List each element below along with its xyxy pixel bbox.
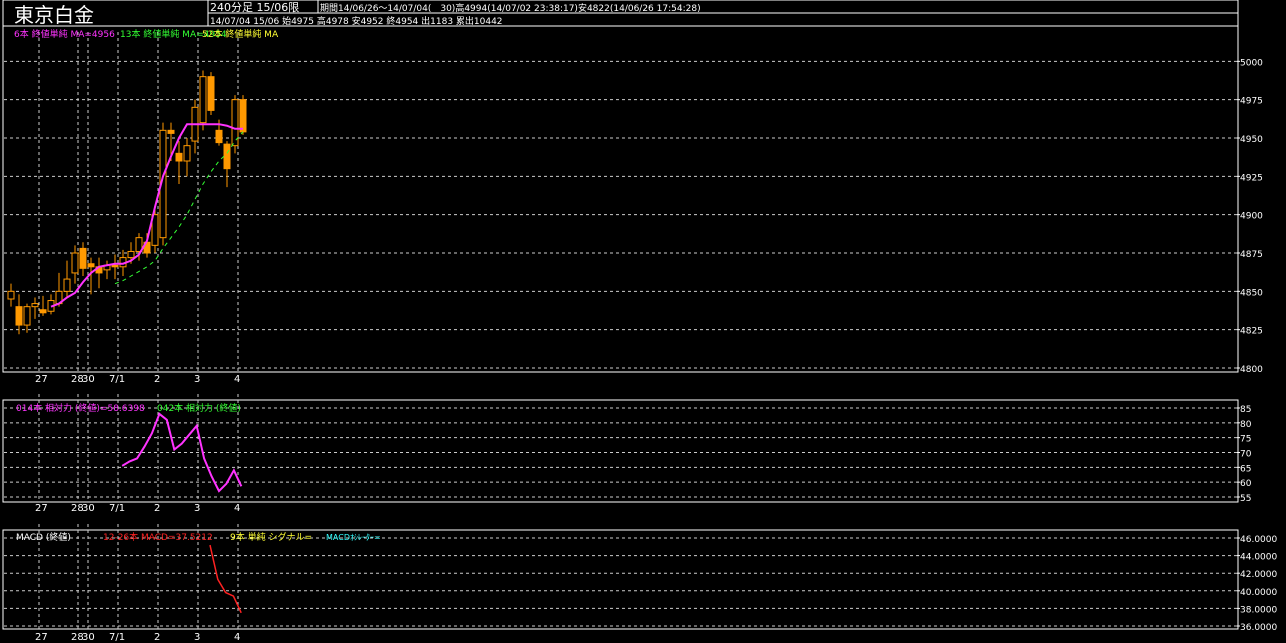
legend-price-0: 6本 終値単純 MA=4956 <box>14 28 115 40</box>
x-tick-label: 3 <box>194 503 200 514</box>
x-tick-label: 7/1 <box>109 632 125 643</box>
x-tick-label: 30 <box>82 503 95 514</box>
ma6-line <box>50 123 243 308</box>
x-tick-label: 3 <box>194 374 200 385</box>
candle-body <box>223 143 231 170</box>
candle <box>111 254 119 280</box>
candle <box>95 257 103 289</box>
timeframe-label: 240分足 15/06限 <box>210 1 299 14</box>
candle-body <box>31 303 39 308</box>
x-tick-label: 30 <box>82 632 95 643</box>
x-tick-label: 27 <box>35 374 48 385</box>
candle-body <box>215 129 223 144</box>
candle-body <box>199 76 207 124</box>
x-tick-label: 7/1 <box>109 374 125 385</box>
y-tick-label: 4850 <box>1240 288 1263 298</box>
candle <box>7 283 15 307</box>
candle <box>183 138 191 177</box>
legend-macd-0: MACD (終値) <box>16 531 71 543</box>
y-tick-label: 65 <box>1240 464 1251 474</box>
x-tick-label: 7/1 <box>109 503 125 514</box>
candle-body <box>175 152 183 162</box>
y-tick-label: 5000 <box>1240 58 1263 68</box>
candle <box>15 294 23 335</box>
legend-macd-1: 12-26本 MACD=37.5212 <box>103 531 213 543</box>
candle-body <box>87 263 95 268</box>
price-panel-frame <box>2 25 1239 373</box>
candle-body <box>23 306 31 326</box>
candle-body <box>71 252 79 274</box>
legend-price-2: 52本 終値単純 MA <box>202 28 279 40</box>
legend-macd-2: 9本 単純 シグナル= <box>230 531 312 543</box>
candle <box>223 141 231 188</box>
y-tick-label: 4925 <box>1240 173 1263 183</box>
rsi-panel-frame <box>2 399 1239 503</box>
y-tick-label: 42.0000 <box>1240 570 1277 580</box>
candle-body <box>79 247 87 269</box>
x-tick-label: 3 <box>194 632 200 643</box>
y-tick-label: 46.0000 <box>1240 535 1277 545</box>
candle <box>31 297 39 319</box>
candle <box>103 260 111 280</box>
y-tick-label: 40.0000 <box>1240 588 1277 598</box>
y-tick-label: 60 <box>1240 479 1252 489</box>
candle <box>47 294 55 315</box>
x-tick-label: 30 <box>82 374 95 385</box>
chart-stage: 東京白金 240分足 15/06限 期間14/06/26～14/07/04( 3… <box>2 0 1277 643</box>
y-tick-label: 4875 <box>1240 250 1263 260</box>
y-tick-label: 4950 <box>1240 135 1263 145</box>
y-tick-label: 70 <box>1240 450 1252 460</box>
candle <box>175 141 183 184</box>
x-tick-label: 2 <box>154 374 160 385</box>
candle <box>79 242 87 276</box>
candle-body <box>7 290 15 300</box>
candle-body <box>167 129 175 134</box>
candle <box>23 303 31 333</box>
candle <box>39 295 47 316</box>
candle-body <box>111 264 119 268</box>
y-tick-label: 4825 <box>1240 327 1263 337</box>
x-tick-label: 4 <box>234 374 240 385</box>
x-tick-label: 2 <box>154 632 160 643</box>
legend-rsi-0: 014本 相対力 (終値)=58.6398 <box>16 402 145 414</box>
candle <box>207 72 215 115</box>
x-tick-label: 27 <box>35 632 48 643</box>
candle <box>71 245 79 284</box>
candle-body <box>15 306 23 326</box>
y-tick-label: 4900 <box>1240 212 1263 222</box>
candle-body <box>183 145 191 162</box>
y-tick-label: 85 <box>1240 405 1251 415</box>
y-tick-label: 36.0000 <box>1240 623 1277 633</box>
chart-marks <box>7 70 247 614</box>
y-tick-label: 55 <box>1240 494 1251 504</box>
x-tick-label: 4 <box>234 503 240 514</box>
legend-macd-3: MACDｵｼﾚｰﾀｰ= <box>326 533 381 542</box>
y-tick-label: 80 <box>1240 420 1252 430</box>
y-tick-label: 75 <box>1240 435 1251 445</box>
legend-rsi-1: 042本 相対力 (終値) <box>157 402 241 414</box>
candle-body <box>207 76 215 111</box>
y-tick-label: 38.0000 <box>1240 605 1277 615</box>
x-tick-label: 2 <box>154 503 160 514</box>
y-tick-label: 44.0000 <box>1240 553 1277 563</box>
candle <box>191 99 199 154</box>
candle-body <box>63 278 71 292</box>
rsi-line <box>121 412 243 493</box>
candle-body <box>239 99 247 133</box>
x-tick-label: 4 <box>234 632 240 643</box>
y-tick-label: 4800 <box>1240 365 1263 375</box>
candle <box>199 70 207 131</box>
candle-body <box>127 250 135 259</box>
x-tick-label: 27 <box>35 503 48 514</box>
instrument-title: 東京白金 <box>14 3 94 27</box>
period-info: 期間14/06/26～14/07/04( 30)高4994(14/07/02 2… <box>320 2 701 14</box>
macd-panel-frame <box>2 529 1239 630</box>
candle-body <box>39 309 47 314</box>
last-bar-info: 14/07/04 15/06 始4975 高4978 安4952 終4954 出… <box>210 15 503 27</box>
y-tick-label: 4975 <box>1240 97 1263 107</box>
candle <box>63 260 71 298</box>
